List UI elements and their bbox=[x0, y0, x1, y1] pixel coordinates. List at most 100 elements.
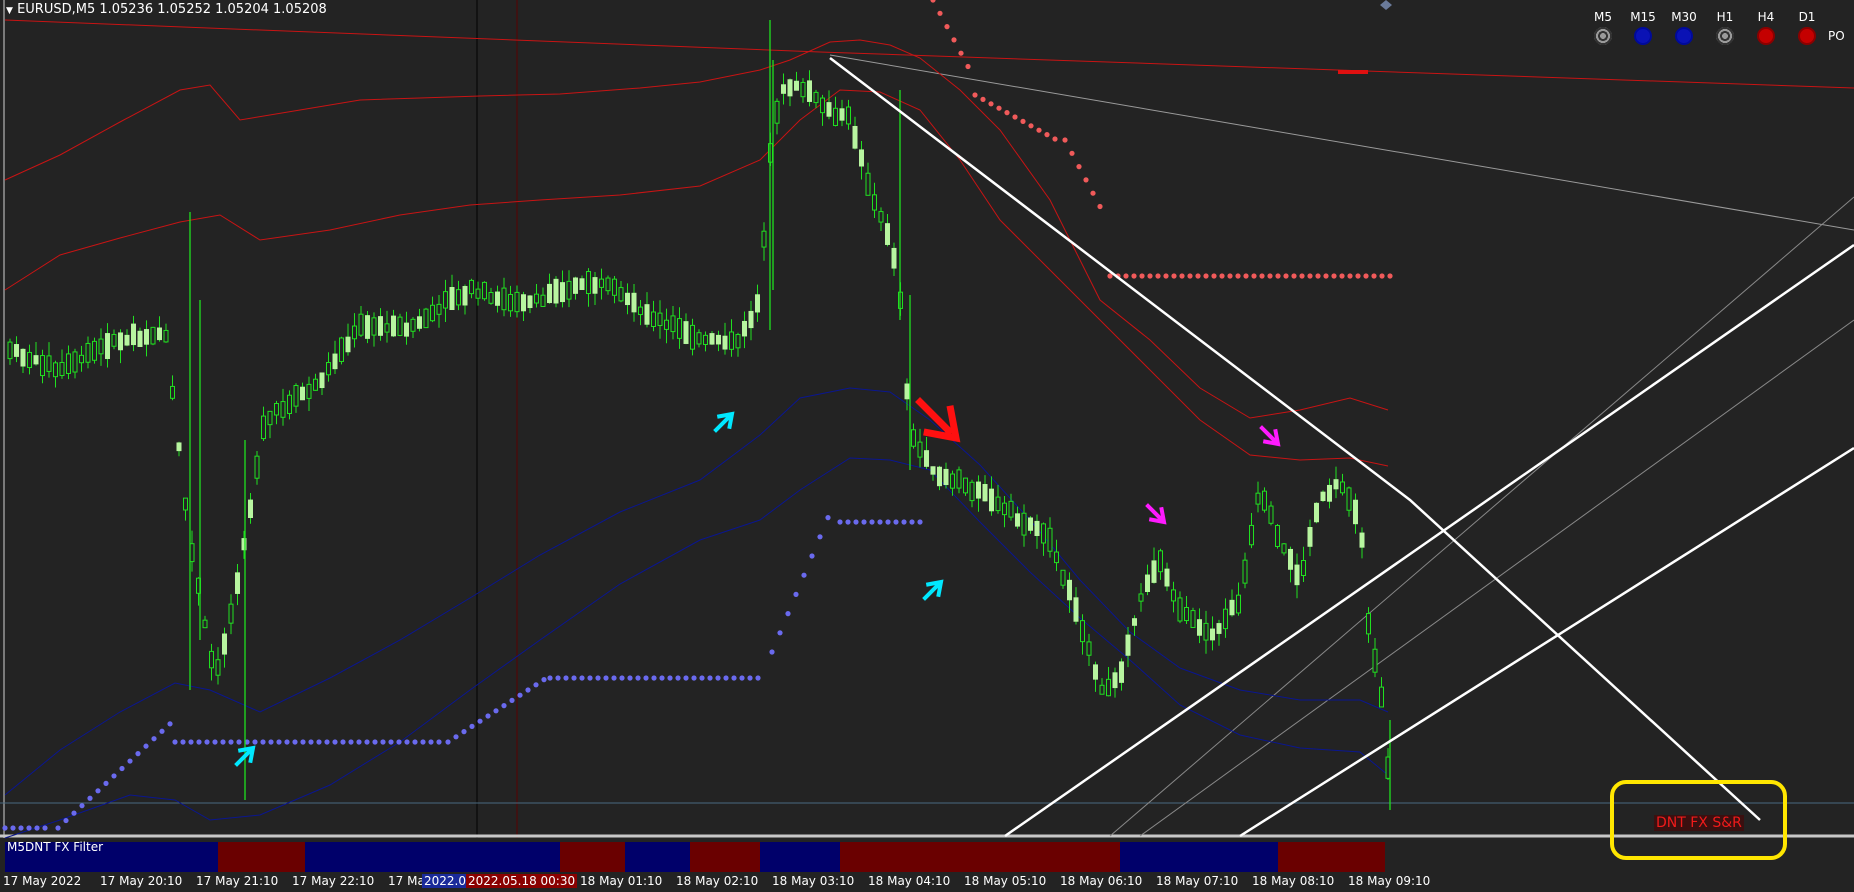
candle-body bbox=[618, 287, 624, 302]
filter-segment bbox=[305, 842, 560, 872]
support-dot bbox=[541, 677, 547, 683]
candle-body bbox=[748, 310, 754, 329]
support-dot bbox=[396, 739, 402, 745]
candle-body bbox=[14, 344, 19, 357]
resistance-dot bbox=[1097, 203, 1103, 210]
candle-body bbox=[800, 81, 806, 98]
candle-body bbox=[1249, 524, 1254, 546]
candle-body bbox=[267, 410, 273, 426]
candle-body bbox=[1210, 628, 1215, 641]
candle-body bbox=[1359, 532, 1365, 548]
candle-body bbox=[1093, 664, 1098, 680]
candle-body bbox=[1236, 594, 1241, 614]
candle-body bbox=[631, 292, 637, 313]
resistance-dot bbox=[1147, 273, 1153, 279]
candle-body bbox=[794, 80, 799, 91]
timeframe-m30[interactable]: M30 bbox=[1666, 10, 1702, 45]
resistance-dot bbox=[1355, 273, 1361, 279]
resistance-dot bbox=[1315, 273, 1321, 279]
support-dot bbox=[364, 739, 370, 745]
support-dot bbox=[501, 703, 507, 709]
collapse-triangle-icon[interactable]: ▼ bbox=[6, 6, 13, 16]
filter-segment bbox=[218, 842, 305, 872]
support-dot bbox=[793, 591, 799, 598]
candle-body bbox=[293, 385, 299, 407]
support-dot bbox=[603, 675, 609, 681]
candle-body bbox=[313, 378, 318, 391]
candle-body bbox=[1034, 520, 1040, 536]
support-dot bbox=[428, 739, 434, 745]
candle-body bbox=[956, 469, 962, 489]
timeframe-m15[interactable]: M15 bbox=[1625, 10, 1661, 45]
candle-body bbox=[943, 468, 949, 486]
support-dot bbox=[55, 825, 61, 831]
timeframe-m5[interactable]: M5 bbox=[1585, 10, 1621, 45]
support-dot bbox=[715, 675, 721, 681]
candle-body bbox=[781, 84, 786, 94]
candle-body bbox=[79, 354, 84, 364]
candle-body bbox=[1008, 500, 1014, 518]
filter-segment bbox=[560, 842, 625, 872]
candle-body bbox=[820, 97, 825, 114]
support-dot bbox=[643, 675, 649, 681]
candle-body bbox=[540, 294, 546, 307]
candle-body bbox=[846, 106, 851, 125]
timeframe-d1[interactable]: D1 bbox=[1789, 10, 1825, 45]
candle-body bbox=[657, 312, 663, 326]
candle-body bbox=[1171, 589, 1176, 602]
candle-body bbox=[774, 100, 780, 124]
candle-body bbox=[332, 353, 338, 370]
support-dot bbox=[151, 736, 157, 742]
time-tick: 17 May 22:10 bbox=[292, 874, 375, 888]
candle-body bbox=[46, 355, 52, 372]
support-dot bbox=[747, 675, 753, 681]
chart-window[interactable]: ▼ EURUSD,M5 1.05236 1.05252 1.05204 1.05… bbox=[0, 0, 1854, 892]
candle-body bbox=[950, 473, 955, 489]
candle-body bbox=[111, 333, 117, 347]
candle-body bbox=[1379, 686, 1384, 708]
candle-body bbox=[72, 351, 78, 373]
support-dot bbox=[445, 739, 451, 745]
support-dot bbox=[869, 519, 875, 525]
support-dot bbox=[755, 675, 761, 681]
candle-body bbox=[202, 619, 208, 629]
candle-body bbox=[1125, 634, 1131, 656]
time-tick: 18 May 05:10 bbox=[964, 874, 1047, 888]
support-dot bbox=[159, 728, 165, 734]
support-dot bbox=[611, 675, 617, 681]
candle-body bbox=[664, 319, 669, 330]
candle-body bbox=[131, 323, 136, 346]
resistance-dot bbox=[1363, 273, 1369, 279]
chart-title: ▼ EURUSD,M5 1.05236 1.05252 1.05204 1.05… bbox=[6, 2, 327, 17]
support-dot bbox=[769, 649, 775, 655]
resistance-dot bbox=[972, 92, 978, 98]
candle-body bbox=[690, 324, 695, 350]
candle-body bbox=[287, 394, 292, 414]
support-dot bbox=[635, 675, 641, 681]
candle-body bbox=[852, 125, 858, 149]
support-dot bbox=[34, 825, 40, 831]
candle-body bbox=[319, 372, 325, 389]
candle-body bbox=[625, 292, 630, 306]
time-tick: 17 May 2022 bbox=[3, 874, 82, 888]
candle-body bbox=[1190, 610, 1196, 629]
support-dot bbox=[509, 697, 515, 704]
timeframe-h4[interactable]: H4 bbox=[1748, 10, 1784, 45]
candle-body bbox=[1340, 481, 1345, 494]
price-chart[interactable] bbox=[0, 0, 1854, 892]
candle-body bbox=[228, 603, 234, 624]
timeframe-h1[interactable]: H1 bbox=[1707, 10, 1743, 45]
support-dot bbox=[103, 780, 109, 786]
candle-body bbox=[579, 278, 585, 291]
support-dot bbox=[284, 739, 290, 745]
candle-body bbox=[1294, 564, 1300, 586]
candle-body bbox=[1327, 484, 1332, 502]
candle-body bbox=[462, 286, 468, 306]
resistance-dot bbox=[1069, 150, 1075, 156]
sr-label[interactable]: DNT FX S&R bbox=[1654, 815, 1744, 831]
candle-body bbox=[878, 211, 884, 223]
candle-body bbox=[761, 230, 767, 248]
resistance-dot bbox=[1076, 164, 1082, 170]
candle-body bbox=[7, 341, 13, 360]
resistance-dot bbox=[1203, 273, 1209, 279]
